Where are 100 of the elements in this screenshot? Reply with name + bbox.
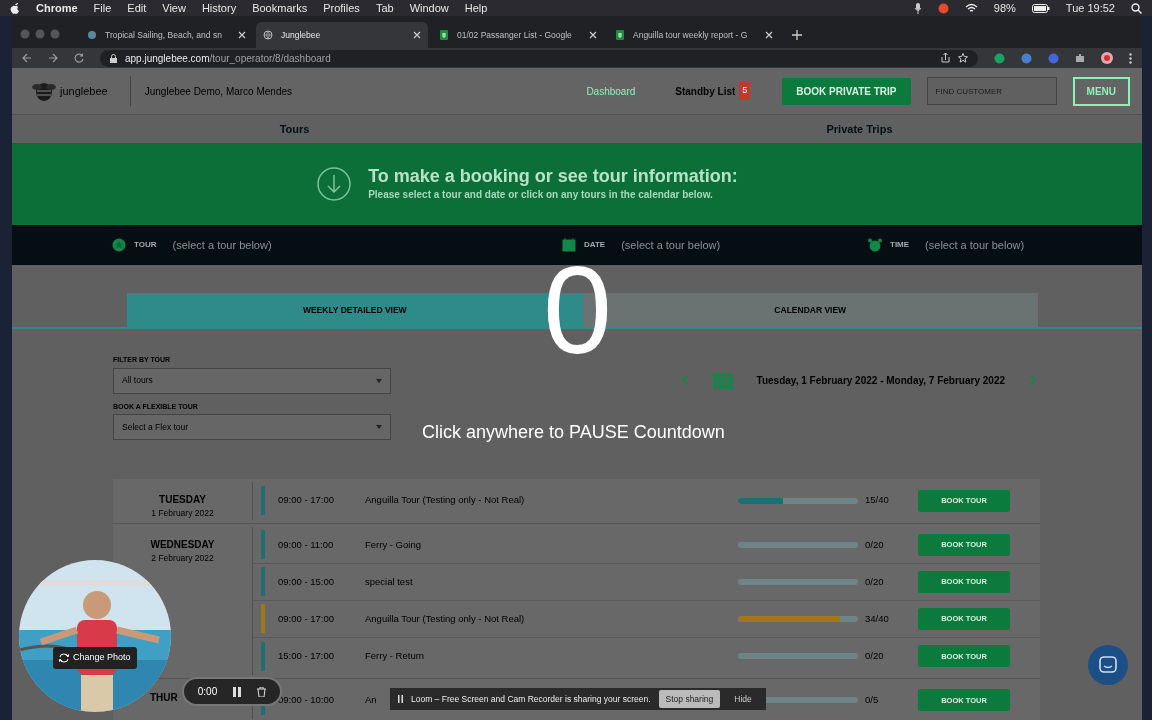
tab-title: Anguilla tour weekly report - G bbox=[633, 28, 748, 42]
apple-icon[interactable] bbox=[10, 2, 20, 14]
brand-name[interactable]: junglebee bbox=[60, 82, 108, 100]
pause-icon bbox=[398, 695, 403, 703]
tab-title: 01/02 Passanger List - Google bbox=[457, 28, 572, 42]
menu-item[interactable]: Profiles bbox=[323, 0, 360, 17]
site-icon bbox=[87, 30, 97, 40]
menu-item[interactable]: View bbox=[162, 0, 186, 17]
swap-icon bbox=[59, 652, 69, 663]
browser-tab[interactable]: 01/02 Passanger List - Google bbox=[432, 22, 604, 48]
day-name: THUR bbox=[150, 690, 178, 705]
extension-icon[interactable] bbox=[1021, 52, 1032, 64]
browser-tab[interactable]: Anguilla tour weekly report - G bbox=[608, 22, 780, 48]
booked-count: 0/20 bbox=[864, 649, 885, 664]
booked-count: 34/40 bbox=[864, 611, 890, 626]
share-icon[interactable] bbox=[941, 53, 950, 63]
booked-count: 0/20 bbox=[864, 574, 885, 589]
battery-level: 98% bbox=[993, 0, 1016, 16]
alarm-clock-icon bbox=[868, 238, 882, 252]
week-range: Tuesday, 1 February 2022 - Monday, 7 February 2022 bbox=[756, 373, 1005, 388]
menu-item[interactable]: Bookmarks bbox=[252, 0, 308, 17]
close-icon[interactable] bbox=[589, 31, 597, 39]
battery-icon bbox=[1031, 3, 1050, 13]
browser-tab[interactable]: Junglebee bbox=[256, 22, 428, 48]
menu-item[interactable]: Window bbox=[409, 0, 449, 17]
booked-count: 0/20 bbox=[864, 537, 885, 552]
caret-icon bbox=[376, 425, 382, 429]
star-icon[interactable] bbox=[958, 53, 968, 63]
app-menu[interactable]: Chrome bbox=[36, 0, 78, 17]
selection-value: (select a tour below) bbox=[621, 237, 721, 253]
standby-list-link[interactable]: Standby List bbox=[675, 83, 736, 99]
wifi-icon[interactable] bbox=[964, 3, 978, 13]
profile-avatar-icon[interactable] bbox=[1101, 52, 1113, 64]
pause-icon[interactable] bbox=[233, 686, 242, 697]
extension-icon[interactable] bbox=[1048, 52, 1059, 64]
booked-count: 15/40 bbox=[864, 493, 890, 508]
menu-item[interactable]: Edit bbox=[127, 0, 147, 17]
more-icon[interactable] bbox=[1129, 52, 1132, 64]
puzzle-icon[interactable] bbox=[1075, 53, 1085, 63]
day-name: TUESDAY bbox=[158, 493, 207, 507]
browser-tab[interactable]: Tropical Sailing, Beach, and sn bbox=[80, 22, 252, 48]
tour-name: special test bbox=[365, 574, 413, 589]
trash-icon[interactable] bbox=[257, 686, 267, 697]
stop-sharing-button[interactable]: Stop sharing bbox=[658, 689, 721, 709]
day-date: 1 February 2022 bbox=[150, 507, 215, 520]
recording-timer: 0:00 bbox=[197, 685, 218, 699]
find-customer-field[interactable]: FIND CUSTOMER bbox=[926, 77, 1057, 105]
tour-name: Ferry - Going bbox=[365, 537, 421, 552]
close-icon[interactable] bbox=[765, 31, 773, 39]
count-badge: 5 bbox=[739, 82, 751, 100]
extension-icon[interactable] bbox=[994, 52, 1005, 64]
day-date: 2 February 2022 bbox=[150, 551, 215, 565]
close-icon[interactable] bbox=[413, 31, 421, 39]
dashboard-link[interactable]: Dashboard bbox=[586, 83, 636, 99]
hide-button[interactable]: Hide bbox=[728, 691, 758, 707]
selection-label: DATE bbox=[584, 239, 606, 251]
book-private-trip-button[interactable]: BOOK PRIVATE TRIP bbox=[782, 77, 911, 105]
tour-name: An bbox=[365, 693, 377, 708]
menu-button[interactable]: MENU bbox=[1072, 76, 1130, 106]
close-icon[interactable] bbox=[237, 31, 246, 39]
menu-item[interactable]: History bbox=[201, 0, 237, 17]
menu-clock: Tue 19:52 bbox=[1065, 0, 1115, 16]
time-range: 09:00 - 11:00 bbox=[277, 537, 335, 552]
spreadsheet-icon bbox=[615, 30, 625, 40]
tour-name: Anguilla Tour (Testing only - Not Real) bbox=[365, 493, 525, 508]
menu-item[interactable]: File bbox=[93, 0, 112, 17]
time-range: 09:00 - 17:00 bbox=[277, 611, 335, 626]
time-range: 09:00 - 10:00 bbox=[277, 693, 335, 708]
account-name: Junglebee Demo, Marco Mendes bbox=[144, 84, 293, 99]
tour-name: Anguilla Tour (Testing only - Not Real) bbox=[365, 611, 525, 626]
time-range: 15:00 - 17:00 bbox=[277, 649, 335, 664]
bee-logo-icon[interactable] bbox=[32, 80, 56, 102]
banner-heading: To make a booking or see tour information: bbox=[368, 165, 738, 188]
banner-subtitle: Please select a tour and date or click on any tours in the calendar below. bbox=[368, 188, 714, 203]
lock-icon bbox=[110, 53, 117, 63]
reload-icon[interactable] bbox=[74, 53, 84, 63]
microphone-icon[interactable] bbox=[913, 2, 922, 14]
tab-title: Tropical Sailing, Beach, and sn bbox=[105, 28, 222, 42]
forward-icon[interactable] bbox=[48, 53, 58, 63]
caret-icon bbox=[376, 378, 382, 383]
menu-item[interactable]: Tab bbox=[375, 0, 394, 17]
time-range: 09:00 - 15:00 bbox=[277, 574, 335, 589]
day-name: WEDNESDAY bbox=[149, 537, 216, 552]
search-icon[interactable] bbox=[1131, 2, 1142, 14]
tab-title: Junglebee bbox=[281, 28, 321, 42]
new-tab-icon[interactable] bbox=[792, 30, 802, 40]
back-icon[interactable] bbox=[22, 53, 32, 63]
selection-label: TIME bbox=[890, 239, 910, 251]
booked-count: 0/5 bbox=[864, 693, 880, 708]
countdown-hint: Click anywhere to PAUSE Countdown bbox=[422, 421, 725, 444]
sharing-notice: Loom – Free Screen and Cam Recorder is sharing your screen. bbox=[411, 692, 651, 706]
select-field[interactable]: Select a Flex tour bbox=[113, 414, 391, 440]
chat-icon bbox=[1099, 656, 1117, 674]
change-photo-button[interactable]: Change Photo bbox=[53, 647, 137, 669]
menu-item[interactable]: Help bbox=[464, 0, 488, 17]
spreadsheet-icon bbox=[439, 30, 449, 40]
select-field[interactable]: All tours bbox=[113, 367, 391, 394]
calendar-icon bbox=[562, 238, 576, 252]
time-range: 09:00 - 17:00 bbox=[277, 493, 335, 508]
selection-value: (select a tour below) bbox=[925, 237, 1025, 253]
